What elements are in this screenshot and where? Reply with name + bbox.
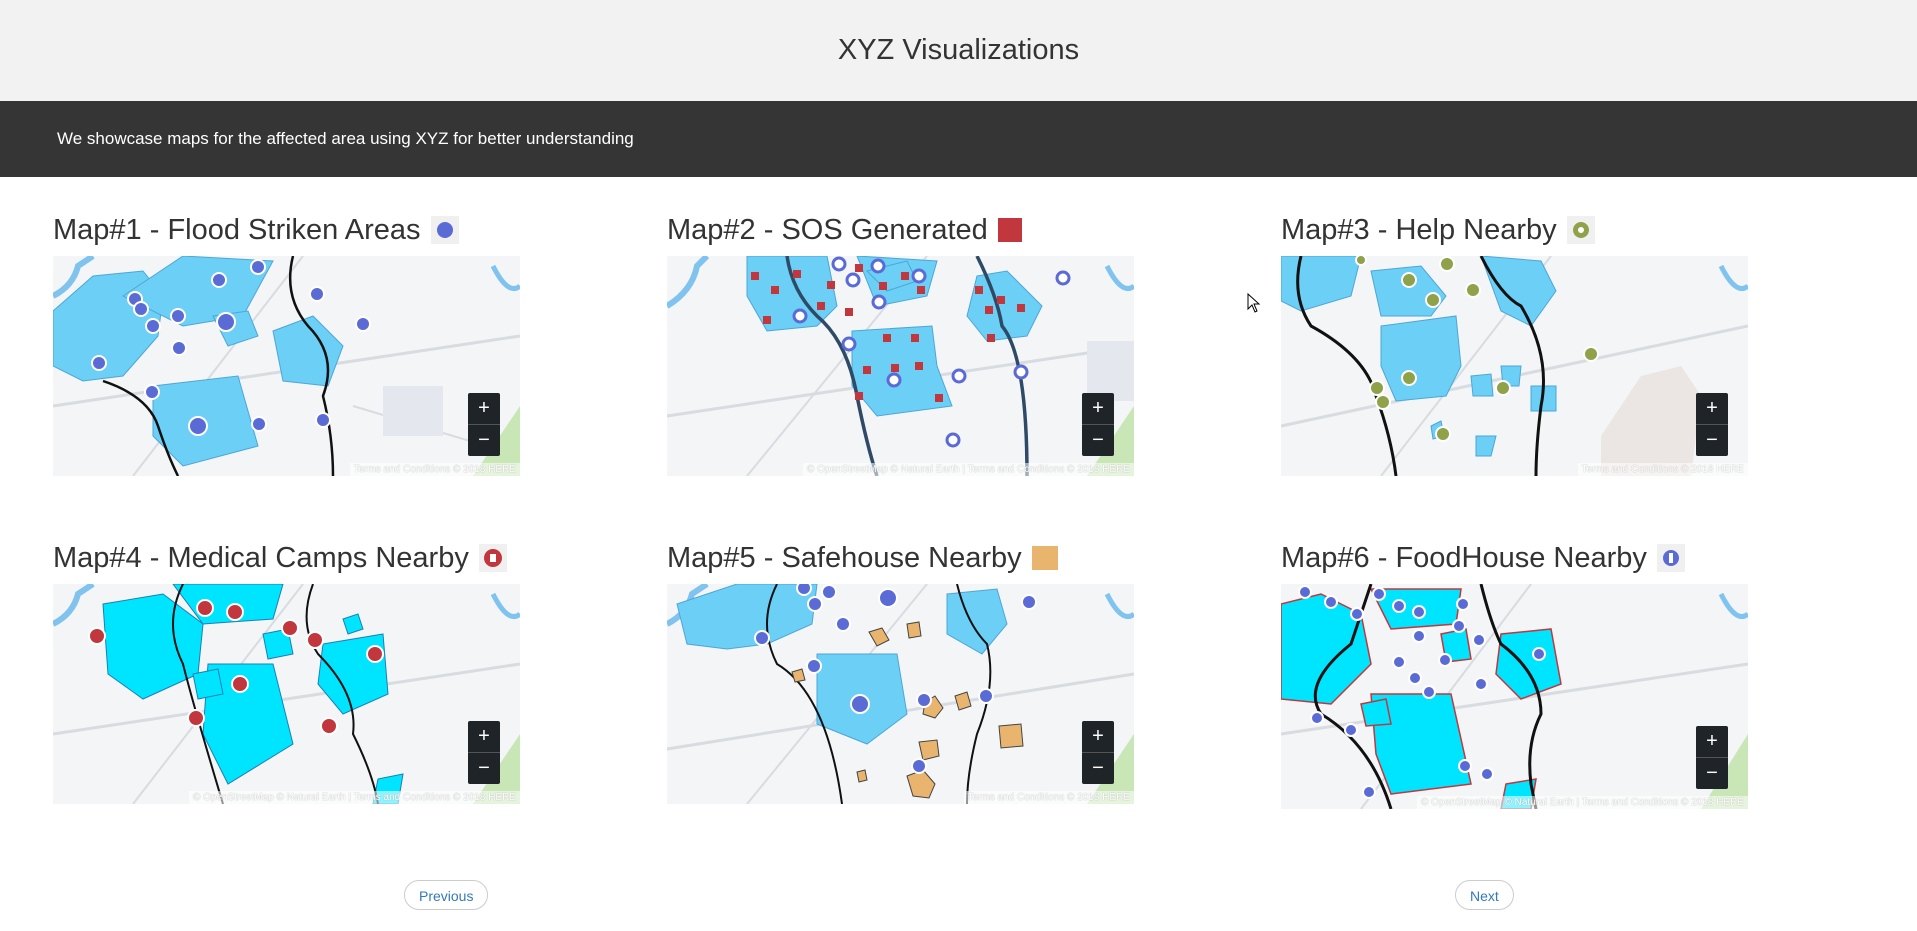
map-view-1[interactable]: + − Terms and Conditions © 2018 HERE bbox=[53, 256, 520, 476]
zoom-in-button[interactable]: + bbox=[1696, 393, 1728, 424]
map-view-4[interactable]: + − © OpenStreetMap © Natural Earth | Te… bbox=[53, 584, 520, 804]
map-title-text: Map#4 - Medical Camps Nearby bbox=[53, 541, 469, 574]
map-title-text: Map#6 - FoodHouse Nearby bbox=[1281, 541, 1647, 574]
map-view-6[interactable]: + − © OpenStreetMap © Natural Earth | Te… bbox=[1281, 584, 1748, 809]
blue-circle-icon bbox=[430, 216, 459, 244]
map-card-6: Map#6 - FoodHouse Nearby + − © OpenStree… bbox=[1281, 538, 1751, 809]
map-view-2[interactable]: + − © OpenStreetMap © Natural Earth | Te… bbox=[667, 256, 1134, 476]
map-canvas[interactable] bbox=[667, 256, 1134, 476]
zoom-control: + − bbox=[1696, 393, 1728, 456]
zoom-out-button[interactable]: − bbox=[468, 424, 500, 456]
map-title-text: Map#5 - Safehouse Nearby bbox=[667, 541, 1022, 574]
zoom-in-button[interactable]: + bbox=[1082, 721, 1114, 752]
map-attribution[interactable]: © OpenStreetMap © Natural Earth | Terms … bbox=[188, 791, 520, 804]
zoom-control: + − bbox=[468, 721, 500, 784]
map-view-5[interactable]: + − Terms and Conditions © 2018 HERE bbox=[667, 584, 1134, 804]
zoom-control: + − bbox=[468, 393, 500, 456]
map-card-3: Map#3 - Help Nearby + − Terms and Condit… bbox=[1281, 210, 1751, 476]
description-banner: We showcase maps for the affected area u… bbox=[0, 101, 1917, 177]
previous-button[interactable]: Previous bbox=[404, 880, 489, 910]
map-title: Map#1 - Flood Striken Areas bbox=[53, 210, 523, 250]
page-title: XYZ Visualizations bbox=[837, 34, 1080, 66]
map-title-text: Map#3 - Help Nearby bbox=[1281, 213, 1557, 246]
zoom-out-button[interactable]: − bbox=[1082, 752, 1114, 784]
map-canvas[interactable] bbox=[1281, 256, 1748, 476]
map-attribution[interactable]: Terms and Conditions © 2018 HERE bbox=[1577, 463, 1748, 476]
zoom-out-button[interactable]: − bbox=[468, 752, 500, 784]
map-title-text: Map#2 - SOS Generated bbox=[667, 213, 988, 246]
map-canvas[interactable] bbox=[53, 584, 520, 804]
zoom-out-button[interactable]: − bbox=[1082, 424, 1114, 456]
zoom-control: + − bbox=[1082, 393, 1114, 456]
map-attribution[interactable]: Terms and Conditions © 2018 HERE bbox=[963, 791, 1134, 804]
map-title: Map#5 - Safehouse Nearby bbox=[667, 538, 1137, 578]
map-title-text: Map#1 - Flood Striken Areas bbox=[53, 213, 421, 246]
zoom-out-button[interactable]: − bbox=[1696, 424, 1728, 456]
map-canvas[interactable] bbox=[53, 256, 520, 476]
map-canvas[interactable] bbox=[1281, 584, 1748, 809]
zoom-control: + − bbox=[1082, 721, 1114, 784]
map-title: Map#2 - SOS Generated bbox=[667, 210, 1137, 250]
next-button[interactable]: Next bbox=[1455, 880, 1514, 910]
zoom-out-button[interactable]: − bbox=[1696, 757, 1728, 789]
food-fork-icon bbox=[1656, 544, 1685, 572]
map-card-5: Map#5 - Safehouse Nearby + − Terms and C… bbox=[667, 538, 1137, 804]
map-attribution[interactable]: Terms and Conditions © 2018 HERE bbox=[349, 463, 520, 476]
green-help-icon bbox=[1566, 216, 1595, 244]
map-canvas[interactable] bbox=[667, 584, 1134, 804]
map-card-2: Map#2 - SOS Generated + − © OpenStreetMa… bbox=[667, 210, 1137, 476]
top-header: XYZ Visualizations bbox=[0, 0, 1917, 101]
zoom-in-button[interactable]: + bbox=[468, 393, 500, 424]
mouse-cursor-icon bbox=[1247, 293, 1261, 313]
map-view-3[interactable]: + − Terms and Conditions © 2018 HERE bbox=[1281, 256, 1748, 476]
banner-text: We showcase maps for the affected area u… bbox=[57, 129, 634, 148]
map-attribution[interactable]: © OpenStreetMap © Natural Earth | Terms … bbox=[802, 463, 1134, 476]
orange-square-icon bbox=[1031, 546, 1058, 570]
map-card-4: Map#4 - Medical Camps Nearby + − © OpenS… bbox=[53, 538, 523, 804]
zoom-in-button[interactable]: + bbox=[1696, 726, 1728, 757]
map-card-1: Map#1 - Flood Striken Areas + − Terms an… bbox=[53, 210, 523, 476]
red-square-icon bbox=[997, 218, 1022, 242]
map-attribution[interactable]: © OpenStreetMap © Natural Earth | Terms … bbox=[1416, 796, 1748, 809]
zoom-in-button[interactable]: + bbox=[468, 721, 500, 752]
map-title: Map#4 - Medical Camps Nearby bbox=[53, 538, 523, 578]
red-medical-icon bbox=[478, 544, 507, 572]
zoom-control: + − bbox=[1696, 726, 1728, 789]
map-title: Map#3 - Help Nearby bbox=[1281, 210, 1751, 250]
map-title: Map#6 - FoodHouse Nearby bbox=[1281, 538, 1751, 578]
zoom-in-button[interactable]: + bbox=[1082, 393, 1114, 424]
